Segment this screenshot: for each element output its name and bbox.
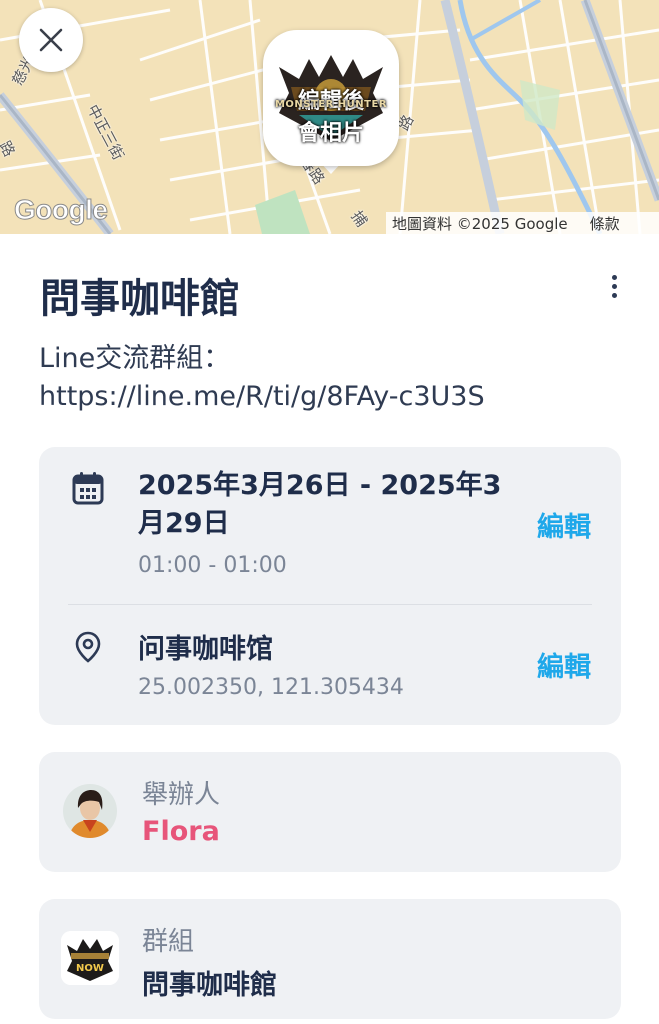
more-vertical-icon (611, 274, 617, 280)
group-logo: NOW (61, 931, 119, 985)
map-location-pin[interactable]: 編輯後 MONSTER HUNTER 會相片 (263, 30, 399, 166)
google-logo: Google (13, 194, 108, 226)
group-logo-text: NOW (76, 963, 104, 974)
event-title: 問事咖啡館 (40, 276, 240, 322)
host-card[interactable]: 舉辦人 Flora (39, 752, 621, 872)
more-options-button[interactable] (598, 270, 630, 302)
event-description[interactable]: Line交流群組： https://line.me/R/ti/g/8FAy-c3… (39, 340, 639, 416)
host-label: 舉辦人 (142, 780, 221, 810)
calendar-icon (72, 472, 104, 505)
map-terms-link[interactable]: 條款 (590, 213, 620, 234)
event-details-card: 2025年3月26日 - 2025年3月29日 01:00 - 01:00 編輯… (39, 447, 621, 725)
edit-location-button[interactable]: 編輯 (537, 645, 591, 684)
pin-logo-line2: 會相片 (297, 121, 364, 146)
divider (68, 604, 592, 605)
host-avatar-image (63, 784, 117, 838)
location-name: 问事咖啡馆 (138, 634, 273, 665)
group-card[interactable]: NOW 群組 問事咖啡館 (39, 899, 621, 1019)
close-button[interactable] (19, 8, 83, 72)
monster-hunter-now-logo: NOW (61, 931, 119, 985)
map-data-credit: 地圖資料 ©2025 Google (392, 214, 568, 233)
event-time-range: 01:00 - 01:00 (138, 553, 287, 578)
location-coordinates: 25.002350, 121.305434 (138, 675, 404, 700)
host-name[interactable]: Flora (142, 816, 220, 847)
edit-date-button[interactable]: 編輯 (537, 505, 591, 544)
group-label: 群組 (142, 927, 195, 957)
map-attribution: 地圖資料 ©2025 Google 條款 (386, 212, 659, 234)
location-pin-icon (75, 631, 101, 663)
close-icon (39, 28, 63, 52)
avatar (63, 784, 117, 838)
map-view[interactable]: 慈光 中正三街 路 長春路 捕 路 Google 地圖資料 ©2025 Goog… (0, 0, 659, 234)
group-name[interactable]: 問事咖啡館 (142, 963, 277, 1002)
event-date-range: 2025年3月26日 - 2025年3月29日 (138, 470, 502, 539)
event-photo-logo: 編輯後 MONSTER HUNTER 會相片 (269, 53, 393, 146)
pin-logo-brand: MONSTER HUNTER (274, 99, 388, 110)
